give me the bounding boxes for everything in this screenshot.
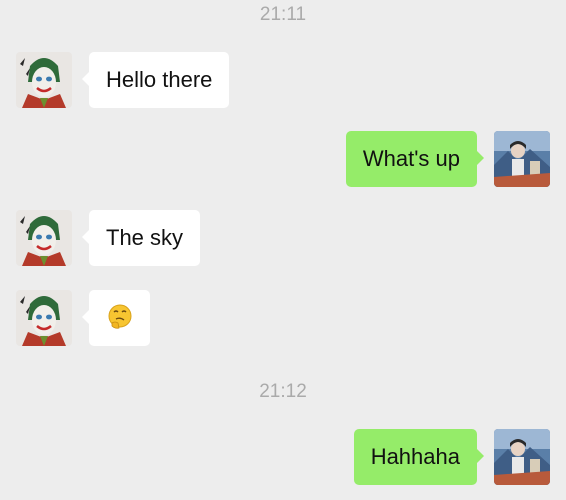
message-text: Hello there <box>106 67 213 92</box>
timestamp: 21:11 <box>259 4 307 25</box>
message-bubble[interactable]: What's up <box>345 131 485 187</box>
message-bubble[interactable]: Hello there <box>81 52 230 108</box>
contact-avatar[interactable] <box>16 52 72 108</box>
contact-avatar[interactable] <box>16 210 72 266</box>
user-photo-icon <box>494 131 550 187</box>
user-photo-icon <box>494 429 550 485</box>
thinking-face-emoji-icon <box>108 304 131 329</box>
message-text: Hahhaha <box>370 444 460 469</box>
message-text: What's up <box>362 146 460 171</box>
message-text: The sky <box>106 225 184 250</box>
contact-avatar[interactable] <box>16 290 72 346</box>
my-avatar[interactable] <box>494 429 550 485</box>
joker-portrait-icon <box>16 210 72 266</box>
timestamp: 21:12 <box>259 381 307 402</box>
message-bubble[interactable] <box>82 290 150 346</box>
message-bubble[interactable]: Hahhaha <box>353 429 485 485</box>
my-avatar[interactable] <box>494 131 550 187</box>
joker-portrait-icon <box>16 290 72 346</box>
message-bubble[interactable]: The sky <box>81 210 201 266</box>
joker-portrait-icon <box>16 52 72 108</box>
